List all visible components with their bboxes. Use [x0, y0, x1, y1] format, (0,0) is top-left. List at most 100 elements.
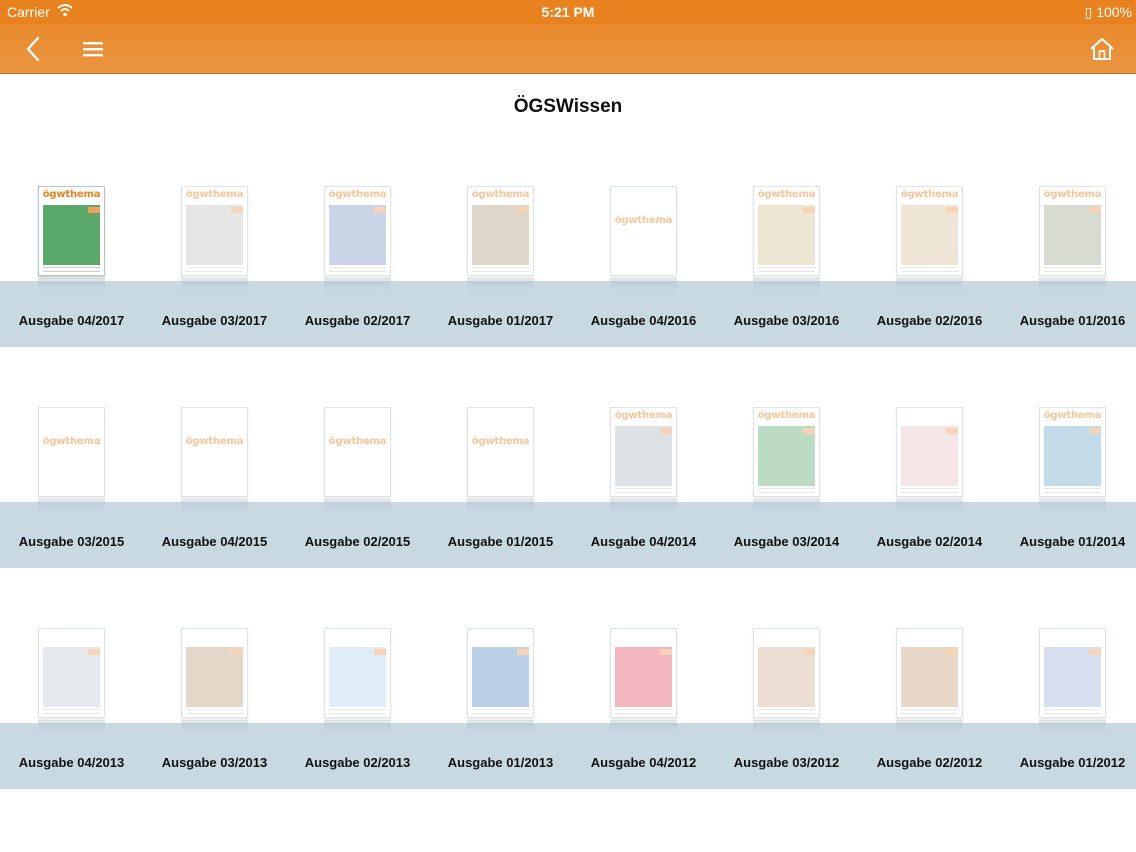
cover-tag — [517, 207, 529, 213]
menu-button[interactable] — [78, 24, 108, 74]
cover-text-lines — [1044, 488, 1101, 493]
issue-label[interactable]: Ausgabe 02/2016 — [858, 313, 1001, 328]
issue-cover[interactable] — [610, 628, 677, 718]
issue-label[interactable]: Ausgabe 01/2014 — [1001, 534, 1136, 549]
cover-text-lines — [43, 267, 100, 272]
cover-text-lines — [1044, 709, 1101, 714]
issue-label[interactable]: Ausgabe 02/2015 — [286, 534, 429, 549]
cover-artwork — [901, 647, 958, 707]
back-button[interactable] — [18, 24, 48, 74]
cover-artwork — [615, 647, 672, 707]
issue-label[interactable]: Ausgabe 04/2014 — [572, 534, 715, 549]
issue-label[interactable]: Ausgabe 03/2014 — [715, 534, 858, 549]
issue-label[interactable]: Ausgabe 01/2013 — [429, 755, 572, 770]
chevron-left-icon — [26, 36, 40, 62]
issue-cover[interactable]: ögwthema — [1039, 407, 1106, 497]
cover-reflection — [896, 278, 963, 292]
issue-cover[interactable]: ögwthema — [324, 407, 391, 497]
issue-label[interactable]: Ausgabe 02/2014 — [858, 534, 1001, 549]
cover-artwork — [43, 647, 100, 707]
home-icon — [1090, 38, 1114, 60]
cover-reflection — [38, 499, 105, 513]
home-button[interactable] — [1086, 24, 1118, 74]
cover-reflection — [324, 499, 391, 513]
issue-label[interactable]: Ausgabe 02/2017 — [286, 313, 429, 328]
issue-cover[interactable]: ögwthema — [467, 186, 534, 276]
issue-label[interactable]: Ausgabe 04/2017 — [0, 313, 143, 328]
issue-cover[interactable]: ögwthema — [896, 186, 963, 276]
issue-cover[interactable]: ögwthema — [1039, 186, 1106, 276]
issue-label[interactable]: Ausgabe 03/2012 — [715, 755, 858, 770]
cover-tag — [660, 649, 672, 655]
cover-reflection — [181, 278, 248, 292]
cover-text-lines — [758, 267, 815, 272]
issue-cover[interactable]: ögwthema — [753, 186, 820, 276]
battery-icon: ▯ — [1084, 4, 1093, 20]
issue-cover[interactable]: ögwthema — [753, 407, 820, 497]
cover-reflection — [181, 499, 248, 513]
issue-cover[interactable] — [753, 628, 820, 718]
cover-tag — [1089, 649, 1101, 655]
issue-label[interactable]: Ausgabe 01/2012 — [1001, 755, 1136, 770]
issue-cover[interactable]: ögwthema — [324, 186, 391, 276]
issue-label[interactable]: Ausgabe 01/2017 — [429, 313, 572, 328]
issue-cover[interactable] — [896, 407, 963, 497]
issue-label[interactable]: Ausgabe 03/2017 — [143, 313, 286, 328]
issue-cover[interactable] — [38, 628, 105, 718]
cover-text-lines — [43, 709, 100, 714]
issue-label[interactable]: Ausgabe 01/2015 — [429, 534, 572, 549]
issue-label[interactable]: Ausgabe 03/2016 — [715, 313, 858, 328]
cover-artwork — [186, 647, 243, 707]
issue-label[interactable]: Ausgabe 02/2012 — [858, 755, 1001, 770]
issue-label[interactable]: Ausgabe 02/2013 — [286, 755, 429, 770]
cover-tag — [803, 207, 815, 213]
clock: 5:21 PM — [541, 4, 595, 20]
issue-cover[interactable] — [324, 628, 391, 718]
cover-artwork — [472, 205, 529, 265]
cover-reflection — [38, 720, 105, 734]
cover-reflection — [753, 278, 820, 292]
cover-artwork — [901, 205, 958, 265]
issue-cover[interactable] — [181, 628, 248, 718]
issue-cover[interactable] — [467, 628, 534, 718]
issue-cover[interactable] — [1039, 628, 1106, 718]
cover-reflection — [181, 720, 248, 734]
issue-cover[interactable]: ögwthema — [38, 186, 105, 276]
issue-cover[interactable]: ögwthema — [181, 407, 248, 497]
issue-label[interactable]: Ausgabe 03/2015 — [0, 534, 143, 549]
issue-cover[interactable]: ögwthema — [467, 407, 534, 497]
cover-tag — [374, 207, 386, 213]
cover-brand: ögwthema — [185, 436, 244, 447]
issue-cover[interactable]: ögwthema — [181, 186, 248, 276]
cover-text-lines — [901, 267, 958, 272]
cover-artwork — [329, 205, 386, 265]
cover-tag — [88, 649, 100, 655]
cover-tag — [231, 649, 243, 655]
cover-artwork — [615, 426, 672, 486]
cover-reflection — [1039, 499, 1106, 513]
issue-cover[interactable]: ögwthema — [38, 407, 105, 497]
issue-label[interactable]: Ausgabe 04/2015 — [143, 534, 286, 549]
battery-percent: 100% — [1096, 4, 1132, 20]
issue-label[interactable]: Ausgabe 04/2013 — [0, 755, 143, 770]
cover-brand: ögwthema — [1043, 410, 1102, 421]
issue-label[interactable]: Ausgabe 04/2012 — [572, 755, 715, 770]
cover-text-lines — [901, 488, 958, 493]
cover-tag — [803, 428, 815, 434]
cover-text-lines — [615, 709, 672, 714]
issue-label[interactable]: Ausgabe 03/2013 — [143, 755, 286, 770]
issue-cover[interactable] — [896, 628, 963, 718]
issue-cover[interactable]: ögwthema — [610, 186, 677, 276]
cover-tag — [1089, 207, 1101, 213]
cover-brand: ögwthema — [900, 189, 959, 200]
cover-reflection — [324, 278, 391, 292]
cover-text-lines — [472, 267, 529, 272]
cover-reflection — [753, 720, 820, 734]
issue-cover[interactable]: ögwthema — [610, 407, 677, 497]
issue-label[interactable]: Ausgabe 01/2016 — [1001, 313, 1136, 328]
cover-text-lines — [615, 488, 672, 493]
cover-reflection — [1039, 720, 1106, 734]
issue-label[interactable]: Ausgabe 04/2016 — [572, 313, 715, 328]
cover-artwork — [472, 647, 529, 707]
cover-artwork — [758, 647, 815, 707]
